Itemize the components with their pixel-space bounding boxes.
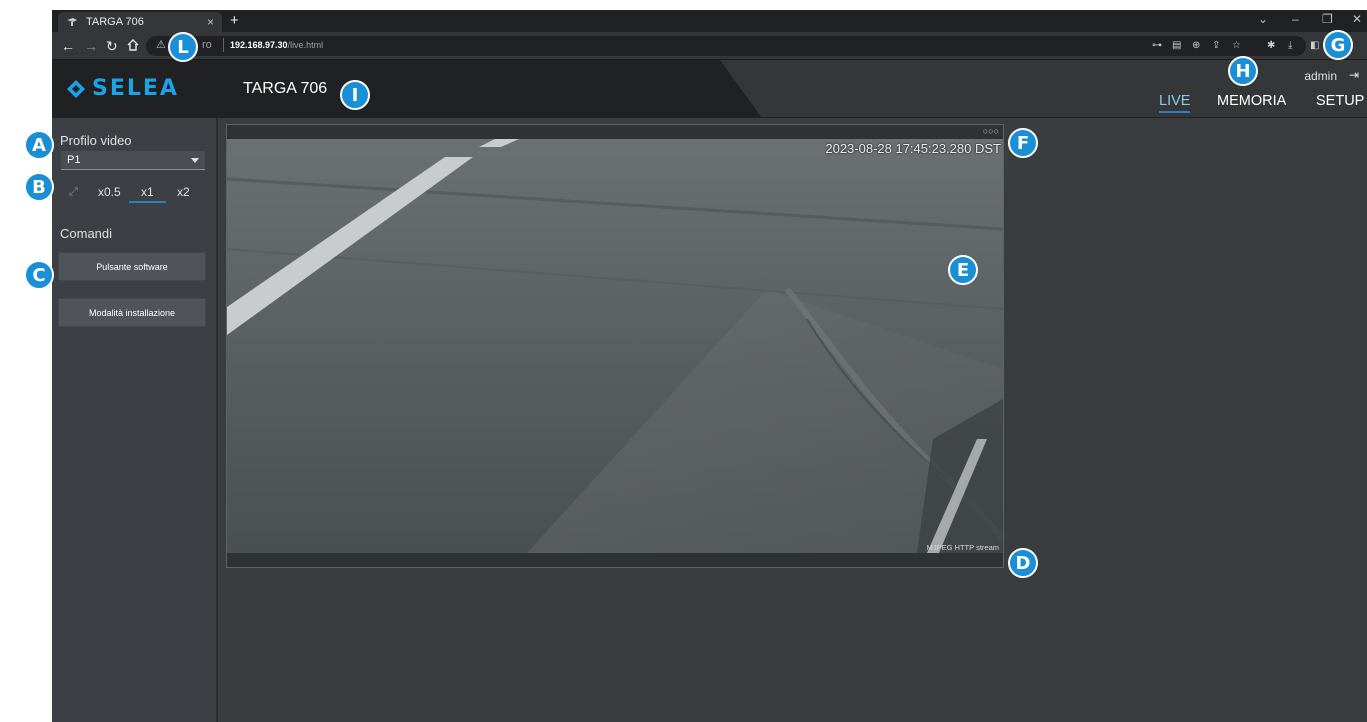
brand-name: SELEA bbox=[92, 76, 179, 101]
stream-status-icon[interactable]: ○○○ bbox=[983, 126, 999, 136]
zoom-icon[interactable]: ⊕ bbox=[1192, 40, 1200, 52]
reload-icon[interactable]: ↻ bbox=[106, 37, 118, 55]
share-icon[interactable]: ⇪ bbox=[1212, 40, 1220, 52]
header-divider bbox=[52, 117, 1367, 118]
zoom-x0-5[interactable]: x0.5 bbox=[98, 185, 121, 199]
security-label: ro bbox=[202, 39, 212, 51]
marker-h: H bbox=[1228, 56, 1258, 86]
marker-c: C bbox=[24, 260, 54, 290]
back-icon[interactable]: ← bbox=[61, 37, 75, 55]
restore-icon[interactable]: ❐ bbox=[1322, 12, 1333, 26]
bookmark-star-icon[interactable]: ☆ bbox=[1232, 40, 1241, 52]
marker-e: E bbox=[948, 255, 978, 285]
marker-g: G bbox=[1323, 30, 1353, 60]
profile-video-label: Profilo video bbox=[60, 133, 132, 148]
nav-live[interactable]: LIVE bbox=[1159, 93, 1191, 113]
home-icon[interactable] bbox=[127, 37, 139, 55]
marker-f: F bbox=[1008, 128, 1038, 158]
timestamp-overlay: 2023-08-28 17:45:23.280 DST bbox=[825, 141, 1001, 156]
browser-tab[interactable]: TARGA 706 × bbox=[58, 12, 222, 32]
key-icon[interactable]: ⊶ bbox=[1152, 40, 1162, 52]
nav-memoria[interactable]: MEMORIA bbox=[1217, 93, 1286, 109]
marker-d: D bbox=[1008, 548, 1038, 578]
video-panel: ○○○ 2023-08-28 17:45:23.280 DST MJPEG HT… bbox=[226, 124, 1004, 568]
zoom-x2[interactable]: x2 bbox=[177, 185, 190, 199]
chevron-down-icon bbox=[191, 158, 199, 163]
sidebar: Profilo video P1 ⤢ x0.5 x1 x2 Comandi Pu… bbox=[52, 118, 218, 722]
marker-i: I bbox=[340, 80, 370, 110]
tab-title: TARGA 706 bbox=[86, 16, 144, 28]
minimize-icon[interactable]: – bbox=[1292, 12, 1299, 26]
marker-l: L bbox=[168, 32, 198, 62]
logout-icon[interactable]: ⇥ bbox=[1349, 68, 1359, 82]
sidepanel-icon[interactable]: ◧ bbox=[1310, 40, 1319, 52]
install-mode-button[interactable]: Modalità installazione bbox=[58, 298, 206, 327]
translate-icon[interactable]: ▤ bbox=[1172, 40, 1181, 52]
selea-logo: SELEA bbox=[66, 76, 179, 101]
device-title: TARGA 706 bbox=[243, 80, 328, 97]
download-icon[interactable]: ⤓ bbox=[1288, 40, 1292, 52]
logo-diamond-icon bbox=[67, 79, 85, 98]
video-stream[interactable]: 2023-08-28 17:45:23.280 DST MJPEG HTTP s… bbox=[227, 139, 1003, 553]
fit-screen-icon[interactable]: ⤢ bbox=[69, 186, 78, 199]
address-bar: ← → ↻ ⚠ ro 192.168.97.30/live.html ⊶ ▤ ⊕… bbox=[52, 32, 1367, 60]
commands-label: Comandi bbox=[60, 226, 113, 241]
marker-b: B bbox=[24, 172, 54, 202]
stream-type-label: MJPEG HTTP stream bbox=[926, 543, 999, 552]
favicon-icon bbox=[66, 16, 78, 28]
app-header: SELEA TARGA 706 admin ⇥ LIVE MEMORIA SET… bbox=[52, 60, 1367, 118]
url-text: 192.168.97.30/live.html bbox=[230, 40, 324, 50]
extensions-icon[interactable]: ✱ bbox=[1267, 40, 1275, 52]
username: admin bbox=[1304, 69, 1337, 83]
close-window-icon[interactable]: ✕ bbox=[1352, 12, 1362, 26]
road-image bbox=[227, 139, 1003, 553]
tab-search-icon[interactable]: ⌄ bbox=[1258, 12, 1268, 26]
marker-a: A bbox=[24, 130, 54, 160]
tab-bar: TARGA 706 × + ⌄ – ❐ ✕ bbox=[52, 10, 1367, 32]
warning-icon[interactable]: ⚠ bbox=[156, 38, 166, 51]
zoom-x1[interactable]: x1 bbox=[129, 185, 166, 203]
tab-close-icon[interactable]: × bbox=[207, 15, 214, 29]
nav-setup[interactable]: SETUP bbox=[1316, 93, 1364, 109]
url-separator bbox=[223, 38, 224, 52]
software-button[interactable]: Pulsante software bbox=[58, 252, 206, 281]
profile-select[interactable]: P1 bbox=[61, 151, 205, 170]
url-field[interactable]: ⚠ ro 192.168.97.30/live.html bbox=[146, 36, 1306, 56]
forward-icon[interactable]: → bbox=[84, 37, 98, 55]
profile-select-value: P1 bbox=[67, 154, 81, 166]
new-tab-icon[interactable]: + bbox=[230, 12, 239, 30]
browser-window: TARGA 706 × + ⌄ – ❐ ✕ ← → ↻ ⚠ ro 192.168… bbox=[52, 10, 1367, 722]
